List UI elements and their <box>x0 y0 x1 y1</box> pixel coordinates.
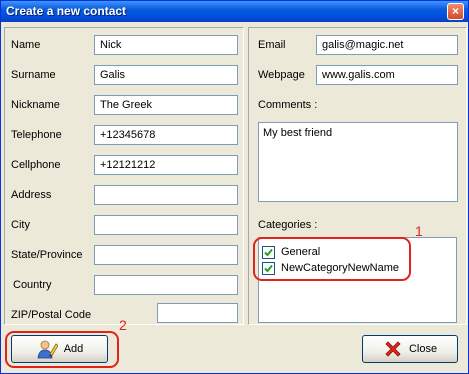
city-field[interactable] <box>94 215 238 235</box>
add-button-label: Add <box>63 343 84 355</box>
name-label: Name <box>11 39 41 51</box>
city-label: City <box>11 219 30 231</box>
webpage-field[interactable]: www.galis.com <box>316 65 458 85</box>
category-label: General <box>281 246 321 258</box>
categories-label: Categories : <box>258 219 318 231</box>
window-title: Create a new contact <box>6 4 127 18</box>
category-item-newcategorynewname[interactable]: NewCategoryNewName <box>262 260 399 276</box>
country-field[interactable] <box>94 275 238 295</box>
red-x-icon <box>383 339 403 359</box>
annotation-number-1: 1 <box>415 223 423 239</box>
address-field[interactable] <box>94 185 238 205</box>
add-button[interactable]: Add <box>11 335 108 363</box>
comments-textarea[interactable]: My best friend <box>258 122 458 202</box>
state-province-field[interactable] <box>94 245 238 265</box>
email-label: Email <box>258 39 286 51</box>
categories-list: General NewCategoryNewName <box>258 237 457 323</box>
category-label: NewCategoryNewName <box>281 262 399 274</box>
telephone-field[interactable]: +12345678 <box>94 125 238 145</box>
cellphone-label: Cellphone <box>11 159 61 171</box>
comments-label: Comments : <box>258 99 318 111</box>
zip-postal-code-field[interactable] <box>157 303 238 323</box>
email-field[interactable]: galis@magic.net <box>316 35 458 55</box>
name-field[interactable]: Nick <box>94 35 238 55</box>
surname-label: Surname <box>11 69 56 81</box>
cellphone-field[interactable]: +12121212 <box>94 155 238 175</box>
person-pencil-icon <box>36 338 59 360</box>
window-close-button[interactable]: × <box>447 3 464 20</box>
address-label: Address <box>11 189 52 201</box>
telephone-label: Telephone <box>11 129 62 141</box>
title-bar: Create a new contact × <box>1 1 468 22</box>
country-label: Country <box>13 279 52 291</box>
close-button-label: Close <box>408 343 438 355</box>
annotation-number-2: 2 <box>119 317 127 333</box>
webpage-label: Webpage <box>258 69 305 81</box>
state-province-label: State/Province <box>11 249 83 261</box>
surname-field[interactable]: Galis <box>94 65 238 85</box>
close-button[interactable]: Close <box>362 335 458 363</box>
check-icon[interactable] <box>262 261 275 275</box>
zip-postal-code-label: ZIP/Postal Code <box>11 309 92 321</box>
category-item-general[interactable]: General <box>262 244 320 260</box>
create-contact-dialog: Create a new contact × Name Nick Surname… <box>0 0 469 374</box>
check-icon[interactable] <box>262 245 275 259</box>
nickname-label: Nickname <box>11 99 60 111</box>
nickname-field[interactable]: The Greek <box>94 95 238 115</box>
